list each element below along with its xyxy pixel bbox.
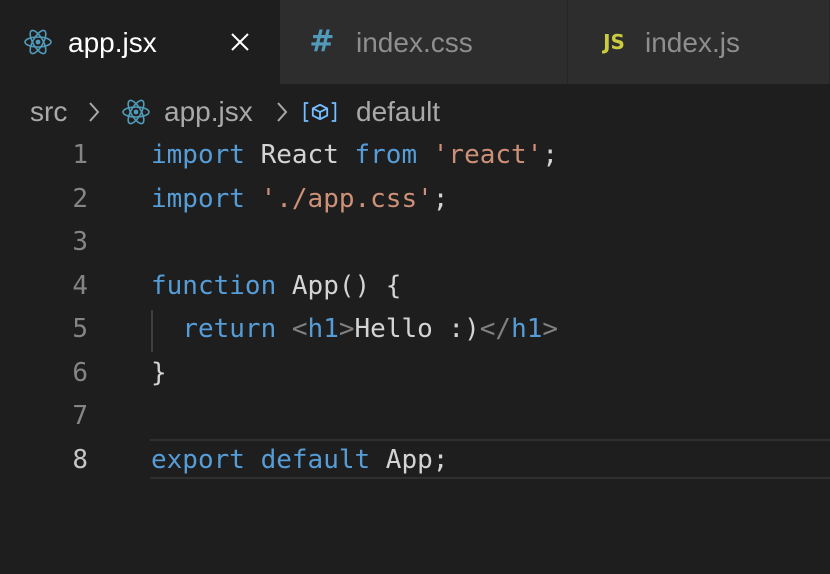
code-line[interactable]: 4 function App() { <box>0 265 830 308</box>
breadcrumb-file[interactable]: app.jsx <box>164 96 253 128</box>
code-line[interactable]: 7 <box>0 395 830 438</box>
close-icon <box>231 33 249 51</box>
breadcrumb-symbol[interactable]: default <box>356 96 440 128</box>
tab-app-jsx[interactable]: app.jsx <box>0 0 280 84</box>
code-token: import <box>151 183 245 214</box>
code-token: import <box>151 140 245 170</box>
code-token: default <box>260 444 371 475</box>
tab-label: index.js <box>645 27 740 58</box>
code-token: </ <box>479 314 512 344</box>
code-token: App() { <box>276 270 402 301</box>
code-text: function App() { <box>151 265 401 308</box>
code-token: h1 <box>307 314 339 344</box>
code-token: App; <box>370 444 449 475</box>
code-token: ; <box>432 183 449 214</box>
code-editor: app.jsx # index.css JS index.js src app.… <box>0 0 830 574</box>
line-number: 5 <box>72 314 88 344</box>
code-token: './app.css' <box>260 183 433 214</box>
code-token: < <box>291 314 308 344</box>
code-token: export <box>151 444 245 475</box>
breadcrumb-folder[interactable]: src <box>30 96 67 128</box>
code-token: ; <box>542 140 559 170</box>
close-tab-button[interactable] <box>222 24 258 60</box>
code-line[interactable]: 2 import './app.css'; <box>0 178 830 221</box>
code-token: React <box>244 140 355 170</box>
code-token: from <box>354 140 418 170</box>
code-line[interactable]: 8 export default App; <box>0 438 830 482</box>
tab-bar: app.jsx # index.css JS index.js <box>0 0 830 84</box>
chevron-right-icon <box>84 96 104 128</box>
line-number: 7 <box>72 401 88 431</box>
tab-label: index.css <box>356 27 473 58</box>
code-token: > <box>542 314 559 344</box>
code-area[interactable]: 1 import React from 'react'; 2 import './ap… <box>0 134 830 574</box>
line-number: 8 <box>72 444 88 475</box>
code-line[interactable]: 3 <box>0 221 830 264</box>
react-icon <box>20 24 56 60</box>
code-token: } <box>151 357 167 388</box>
line-number: 6 <box>72 357 88 388</box>
line-number: 3 <box>72 227 88 257</box>
code-text: } <box>151 352 167 395</box>
code-line[interactable]: 5 return <h1>Hello :)</h1> <box>0 308 830 351</box>
code-token: > <box>338 314 355 344</box>
code-token: return <box>182 314 277 344</box>
javascript-icon: JS <box>603 30 625 54</box>
breadcrumb: src app.jsx default <box>0 84 830 138</box>
react-icon <box>118 94 154 130</box>
code-token: Hello :) <box>354 314 480 344</box>
line-number: 2 <box>72 183 88 214</box>
code-token: 'react' <box>432 140 543 170</box>
code-text: import './app.css'; <box>151 178 448 221</box>
tab-index-js[interactable]: JS index.js <box>568 0 830 84</box>
line-number: 1 <box>72 140 88 170</box>
code-line[interactable]: 1 import React from 'react'; <box>0 134 830 177</box>
code-token: function <box>151 270 277 301</box>
code-text: export default App; <box>151 439 448 482</box>
css-hash-icon: # <box>309 24 335 59</box>
code-line[interactable]: 6} <box>0 352 830 395</box>
chevron-right-icon <box>272 96 292 128</box>
symbol-variable-icon <box>302 94 338 130</box>
line-number: 4 <box>72 270 88 301</box>
code-token: h1 <box>511 314 543 344</box>
code-text: return <h1>Hello :)</h1> <box>151 308 558 351</box>
tab-index-css[interactable]: # index.css <box>280 0 568 84</box>
code-text: import React from 'react'; <box>151 134 558 177</box>
tab-label: app.jsx <box>68 27 157 58</box>
